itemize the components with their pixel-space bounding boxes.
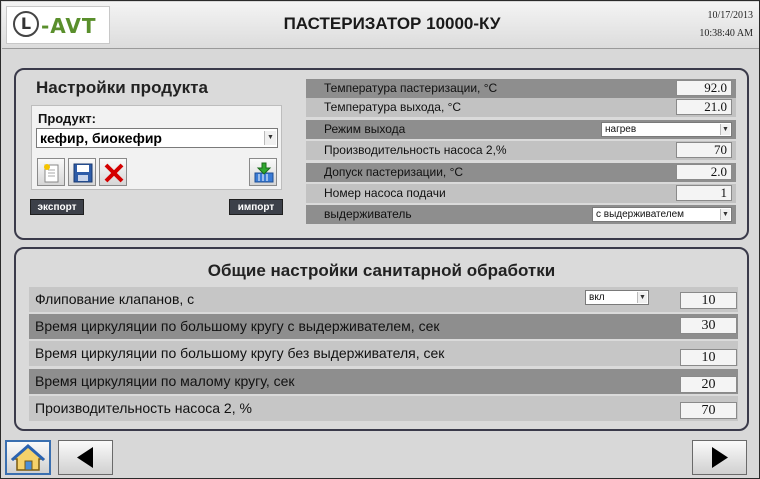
home-button[interactable] xyxy=(5,440,51,475)
param-label: Номер насоса подачи xyxy=(324,186,446,200)
sanitary-label: Время циркуляции по большому кругу без в… xyxy=(35,345,445,361)
product-select-value: кефир, биокефир xyxy=(40,130,162,146)
logo: L -AVT xyxy=(6,6,110,44)
param-label: Режим выхода xyxy=(324,122,406,136)
time-display: 10:38:40 AM xyxy=(699,28,753,39)
product-settings-title: Настройки продукта xyxy=(36,78,208,97)
feed-pump-number-input[interactable]: 1 xyxy=(676,185,732,201)
save-icon xyxy=(73,163,93,183)
outlet-mode-value: нагрев xyxy=(605,124,637,135)
sanitary-row-big-loop-with-holder: Время циркуляции по большому кругу с выд… xyxy=(29,314,738,339)
back-button[interactable] xyxy=(58,440,113,475)
outlet-temp-input[interactable]: 21.0 xyxy=(676,99,732,115)
delete-product-button[interactable] xyxy=(99,158,127,186)
valve-flipping-input[interactable]: 10 xyxy=(680,292,737,309)
new-file-icon xyxy=(44,164,59,183)
arrow-right-icon xyxy=(712,447,728,468)
pump-capacity-input[interactable]: 70 xyxy=(676,142,732,158)
load-product-button[interactable] xyxy=(249,158,277,186)
home-icon xyxy=(10,444,46,471)
sanitary-label: Время циркуляции по малому кругу, сек xyxy=(35,373,295,389)
download-icon xyxy=(254,162,274,183)
page-title: ПАСТЕРИЗАТОР 10000-КУ xyxy=(283,14,501,33)
pasteurization-tolerance-input[interactable]: 2.0 xyxy=(676,164,732,180)
pasteurization-temp-input[interactable]: 92.0 xyxy=(676,80,732,96)
sanitary-row-valve-flipping: Флипование клапанов, с вкл ▼ 10 xyxy=(29,287,738,312)
param-label: Допуск пастеризации, °С xyxy=(324,165,464,179)
sanitary-row-pump-capacity: Производительность насоса 2, % 70 xyxy=(29,396,738,421)
param-row-feed-pump-number: Номер насоса подачи 1 xyxy=(306,184,736,203)
param-row-outlet-mode: Режим выхода нагрев ▼ xyxy=(306,120,736,139)
sanitary-settings-title: Общие настройки санитарной обработки xyxy=(207,261,556,280)
hmi-screen: L -AVT ПАСТЕРИЗАТОР 10000-КУ 10/17/2013 … xyxy=(0,0,760,479)
param-label: Температура выхода, °С xyxy=(324,100,462,114)
sanitary-label: Производительность насоса 2, % xyxy=(35,400,252,416)
param-row-pump-capacity: Производительность насоса 2,% 70 xyxy=(306,141,736,160)
product-select[interactable]: кефир, биокефир ▼ xyxy=(36,128,278,148)
holder-value: с выдерживателем xyxy=(596,209,685,220)
param-row-holder: выдерживатель с выдерживателем ▼ xyxy=(306,205,736,224)
sanitary-label: Время циркуляции по большому кругу с выд… xyxy=(35,318,440,334)
param-row-pasteurization-temp: Температура пастеризации, °С 92.0 xyxy=(306,79,736,98)
forward-button[interactable] xyxy=(692,440,747,475)
param-row-pasteurization-tolerance: Допуск пастеризации, °С 2.0 xyxy=(306,163,736,182)
chevron-down-icon[interactable]: ▼ xyxy=(720,209,730,220)
new-product-button[interactable] xyxy=(37,158,65,186)
date-display: 10/17/2013 xyxy=(707,10,753,21)
chevron-down-icon[interactable]: ▼ xyxy=(264,131,276,145)
arrow-left-icon xyxy=(77,447,93,468)
header: L -AVT ПАСТЕРИЗАТОР 10000-КУ 10/17/2013 … xyxy=(2,2,759,49)
holder-select[interactable]: с выдерживателем ▼ xyxy=(592,207,732,222)
sanitary-row-small-loop: Время циркуляции по малому кругу, сек 20 xyxy=(29,369,738,394)
product-label: Продукт: xyxy=(38,111,96,126)
big-loop-without-holder-input[interactable]: 10 xyxy=(680,349,737,366)
flip-mode-value: вкл xyxy=(589,292,605,303)
logo-text: -AVT xyxy=(41,14,97,38)
chevron-down-icon[interactable]: ▼ xyxy=(637,292,647,303)
small-loop-input[interactable]: 20 xyxy=(680,376,737,393)
sanitary-row-big-loop-without-holder: Время циркуляции по большому кругу без в… xyxy=(29,341,738,366)
import-button[interactable]: импорт xyxy=(229,199,283,215)
product-box: Продукт: кефир, биокефир ▼ xyxy=(31,105,282,190)
logo-mark: L xyxy=(13,11,39,37)
delete-icon xyxy=(104,163,124,183)
param-row-outlet-temp: Температура выхода, °С 21.0 xyxy=(306,98,736,117)
outlet-mode-select[interactable]: нагрев ▼ xyxy=(601,122,732,137)
param-label: выдерживатель xyxy=(324,207,412,221)
save-product-button[interactable] xyxy=(68,158,96,186)
param-label: Температура пастеризации, °С xyxy=(324,81,498,95)
param-label: Производительность насоса 2,% xyxy=(324,143,507,157)
export-button[interactable]: экспорт xyxy=(30,199,84,215)
big-loop-with-holder-input[interactable]: 30 xyxy=(680,317,737,334)
chevron-down-icon[interactable]: ▼ xyxy=(720,124,730,135)
sanitary-label: Флипование клапанов, с xyxy=(35,291,195,307)
flip-mode-select[interactable]: вкл ▼ xyxy=(585,290,649,305)
sanitary-pump-capacity-input[interactable]: 70 xyxy=(680,402,737,419)
